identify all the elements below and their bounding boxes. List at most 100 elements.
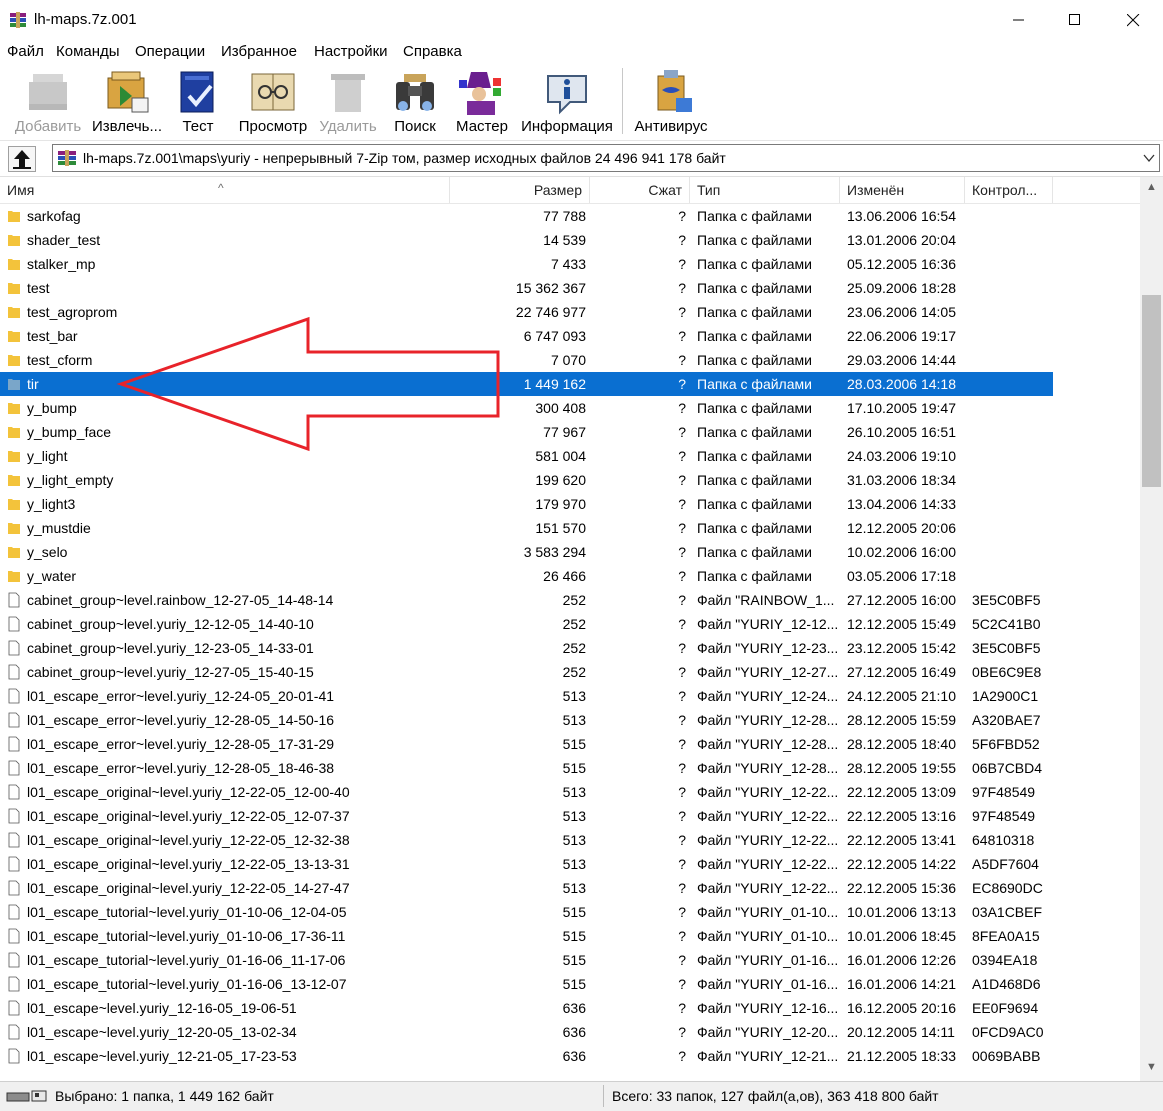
view-button[interactable]: Просмотр xyxy=(234,62,312,140)
menu-settings[interactable]: Настройки xyxy=(314,43,388,60)
table-row[interactable]: l01_escape_error~level.yuriy_12-28-05_14… xyxy=(0,708,1140,732)
table-row[interactable]: cabinet_group~level.yuriy_12-12-05_14-40… xyxy=(0,612,1140,636)
table-row[interactable]: y_light3 179 970? Папка с файлами 13.04.200… xyxy=(0,492,1140,516)
table-row[interactable]: cabinet_group~level.rainbow_12-27-05_14-… xyxy=(0,588,1140,612)
cell-name: y_bump xyxy=(27,400,77,416)
maximize-button[interactable] xyxy=(1046,0,1104,40)
menu-file[interactable]: Файл xyxy=(7,43,44,60)
table-row[interactable]: y_bump 300 408? Папка с файлами 17.10.2005 … xyxy=(0,396,1140,420)
cell-packed: ? xyxy=(678,808,686,824)
cell-type: Файл "YURIY_12-27... xyxy=(697,664,839,680)
cell-modified: 10.01.2006 18:45 xyxy=(847,928,956,944)
table-row[interactable]: l01_escape_tutorial~level.yuriy_01-10-06… xyxy=(0,924,1140,948)
table-row[interactable]: l01_escape~level.yuriy_12-16-05_19-06-51… xyxy=(0,996,1140,1020)
cell-name: y_bump_face xyxy=(27,424,112,440)
cell-modified: 27.12.2005 16:49 xyxy=(847,664,956,680)
table-row[interactable]: cabinet_group~level.yuriy_12-23-05_14-33… xyxy=(0,636,1140,660)
scrollbar-thumb[interactable] xyxy=(1142,295,1161,487)
table-row[interactable]: l01_escape_tutorial~level.yuriy_01-16-06… xyxy=(0,972,1140,996)
table-row[interactable]: test 15 362 367? Папка с файлами 25.09.2006… xyxy=(0,276,1140,300)
cell-modified: 29.03.2006 14:44 xyxy=(847,352,956,368)
table-row[interactable]: test_agroprom 22 746 977? Папка с файлами 2… xyxy=(0,300,1140,324)
table-row[interactable]: y_light_empty 199 620? Папка с файлами 31.0… xyxy=(0,468,1140,492)
cell-packed: ? xyxy=(678,784,686,800)
table-row-selected[interactable]: tir 1 449 162? Папка с файлами 28.03.2006 1… xyxy=(0,372,1053,396)
cell-type: Файл "YURIY_12-28... xyxy=(697,712,839,728)
winrar-app-icon[interactable] xyxy=(9,11,27,29)
chevron-down-icon[interactable] xyxy=(1143,151,1155,165)
table-row[interactable]: cabinet_group~level.yuriy_12-27-05_15-40… xyxy=(0,660,1140,684)
table-row[interactable]: y_water 26 466? Папка с файлами 03.05.2006 … xyxy=(0,564,1140,588)
table-row[interactable]: l01_escape_original~level.yuriy_12-22-05… xyxy=(0,780,1140,804)
table-row[interactable]: y_bump_face 77 967? Папка с файлами 26.10.2… xyxy=(0,420,1140,444)
address-bar[interactable]: lh-maps.7z.001\maps\yuriy - непрерывный … xyxy=(52,144,1160,172)
extract-button[interactable]: Извлечь... xyxy=(90,62,164,140)
minimize-button[interactable] xyxy=(990,0,1048,40)
cell-packed: ? xyxy=(678,952,686,968)
scroll-down-icon[interactable]: ▼ xyxy=(1146,1061,1157,1073)
table-row[interactable]: l01_escape_tutorial~level.yuriy_01-16-06… xyxy=(0,948,1140,972)
cell-size: 77 788 xyxy=(543,208,586,224)
column-type[interactable]: Тип xyxy=(690,177,840,203)
cell-crc xyxy=(972,276,1052,300)
table-row[interactable]: y_selo 3 583 294? Папка с файлами 10.02.200… xyxy=(0,540,1140,564)
cell-size: 252 xyxy=(562,616,586,632)
cell-size: 513 xyxy=(562,712,586,728)
table-row[interactable]: shader_test 14 539? Папка с файлами 13.01.2… xyxy=(0,228,1140,252)
cell-packed: ? xyxy=(678,232,686,248)
delete-button[interactable]: Удалить xyxy=(316,62,380,140)
up-folder-button[interactable] xyxy=(8,146,36,172)
antivirus-button[interactable]: Антивирус xyxy=(630,62,712,140)
folder-icon xyxy=(8,331,20,342)
table-row[interactable]: l01_escape_tutorial~level.yuriy_01-10-06… xyxy=(0,900,1140,924)
folder-icon xyxy=(8,211,20,222)
table-row[interactable]: l01_escape_original~level.yuriy_12-22-05… xyxy=(0,876,1140,900)
scroll-up-icon[interactable]: ▲ xyxy=(1146,181,1157,193)
cell-size: 636 xyxy=(562,1048,586,1064)
table-row[interactable]: test_bar 6 747 093? Папка с файлами 22.06.2… xyxy=(0,324,1140,348)
column-name[interactable]: Имя ^ xyxy=(0,177,450,203)
find-button[interactable]: Поиск xyxy=(386,62,444,140)
menu-operations[interactable]: Операции xyxy=(135,43,205,60)
table-row[interactable]: y_mustdie 151 570? Папка с файлами 12.12.20… xyxy=(0,516,1140,540)
file-list[interactable]: Имя ^ Размер Сжат Тип Изменён Контрол... … xyxy=(0,176,1163,1082)
test-button[interactable]: Тест xyxy=(170,62,226,140)
add-button[interactable]: Добавить xyxy=(12,62,84,140)
table-row[interactable]: l01_escape_original~level.yuriy_12-22-05… xyxy=(0,852,1140,876)
cell-packed: ? xyxy=(678,352,686,368)
close-button[interactable] xyxy=(1104,0,1162,40)
info-button[interactable]: Информация xyxy=(518,62,616,140)
cell-packed: ? xyxy=(678,976,686,992)
cell-modified: 28.03.2006 14:18 xyxy=(847,376,956,392)
table-row[interactable]: y_light 581 004? Папка с файлами 24.03.2006… xyxy=(0,444,1140,468)
file-icon xyxy=(8,1048,20,1064)
cell-crc: A320BAE7 xyxy=(972,712,1041,728)
cell-type: Файл "YURIY_01-16... xyxy=(697,976,839,992)
column-packed[interactable]: Сжат xyxy=(590,177,690,203)
table-row[interactable]: l01_escape_error~level.yuriy_12-28-05_18… xyxy=(0,756,1140,780)
menu-commands[interactable]: Команды xyxy=(56,43,120,60)
cell-modified: 22.12.2005 13:16 xyxy=(847,808,956,824)
column-size[interactable]: Размер xyxy=(450,177,590,203)
vertical-scrollbar[interactable]: ▲ ▼ xyxy=(1140,177,1163,1082)
table-row[interactable]: stalker_mp 7 433? Папка с файлами 05.12.200… xyxy=(0,252,1140,276)
menu-help[interactable]: Справка xyxy=(403,43,462,60)
table-row[interactable]: l01_escape_original~level.yuriy_12-22-05… xyxy=(0,828,1140,852)
cell-modified: 22.12.2005 13:41 xyxy=(847,832,956,848)
table-row[interactable]: test_cform 7 070? Папка с файлами 29.03.200… xyxy=(0,348,1140,372)
cell-name: l01_escape_error~level.yuriy_12-28-05_18… xyxy=(27,760,335,776)
table-row[interactable]: sarkofag 77 788? Папка с файлами 13.06.2006… xyxy=(0,204,1140,228)
table-row[interactable]: l01_escape_error~level.yuriy_12-28-05_17… xyxy=(0,732,1140,756)
column-modified[interactable]: Изменён xyxy=(840,177,965,203)
cell-type: Файл "YURIY_12-22... xyxy=(697,880,839,896)
cell-type: Файл "YURIY_12-22... xyxy=(697,856,839,872)
table-row[interactable]: l01_escape~level.yuriy_12-20-05_13-02-34… xyxy=(0,1020,1140,1044)
cell-packed: ? xyxy=(678,736,686,752)
table-row[interactable]: l01_escape_original~level.yuriy_12-22-05… xyxy=(0,804,1140,828)
table-row[interactable]: l01_escape~level.yuriy_12-21-05_17-23-53… xyxy=(0,1044,1140,1068)
wizard-button[interactable]: Мастер xyxy=(452,62,512,140)
table-row[interactable]: l01_escape_error~level.yuriy_12-24-05_20… xyxy=(0,684,1140,708)
cell-packed: ? xyxy=(678,280,686,296)
column-crc[interactable]: Контрол... xyxy=(965,177,1053,203)
menu-favorites[interactable]: Избранное xyxy=(221,43,297,60)
